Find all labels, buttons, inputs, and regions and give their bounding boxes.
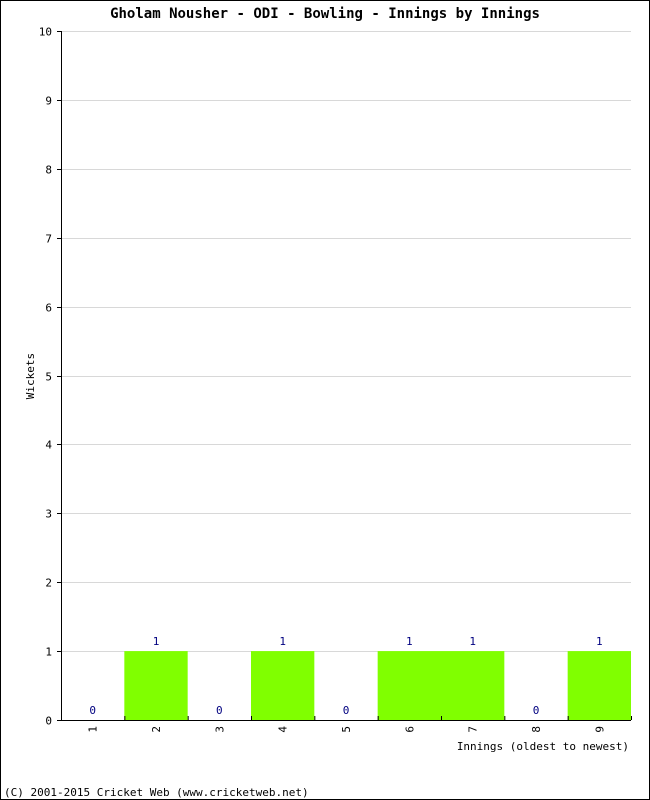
- data-label: 1: [596, 635, 603, 648]
- y-tick-label: 1: [45, 646, 52, 659]
- x-tick-label: 6: [403, 726, 416, 733]
- x-tick-label: 1: [87, 726, 100, 733]
- bars: [124, 651, 631, 720]
- bar-chart: Gholam Nousher - ODI - Bowling - Innings…: [4, 6, 632, 799]
- bar: [124, 651, 188, 720]
- y-tick-label: 6: [45, 302, 52, 315]
- y-axis: 0 1 2 3 4 5 6 7 8 9 10: [39, 26, 62, 728]
- y-tick-label: 9: [45, 95, 52, 108]
- x-tick-label: 9: [593, 726, 606, 733]
- data-label: 0: [343, 704, 350, 717]
- gridlines: [61, 31, 631, 652]
- bar: [441, 651, 505, 720]
- y-tick-label: 3: [45, 508, 52, 521]
- y-tick-label: 0: [45, 715, 52, 728]
- chart-title: Gholam Nousher - ODI - Bowling - Innings…: [110, 6, 540, 22]
- y-tick-label: 2: [45, 577, 52, 590]
- x-tick-label: 2: [150, 726, 163, 733]
- bar: [567, 651, 631, 720]
- data-label: 1: [406, 635, 413, 648]
- x-tick-label: 5: [340, 726, 353, 733]
- data-label: 1: [153, 635, 160, 648]
- x-tick-label: 7: [467, 726, 480, 733]
- bar: [377, 651, 441, 720]
- y-tick-label: 10: [39, 26, 52, 39]
- data-label: 0: [89, 704, 96, 717]
- y-tick-label: 7: [45, 233, 52, 246]
- x-axis-label: Innings (oldest to newest): [457, 740, 629, 753]
- data-label: 0: [533, 704, 540, 717]
- data-label: 0: [216, 704, 223, 717]
- copyright-footer: (C) 2001-2015 Cricket Web (www.cricketwe…: [4, 786, 309, 799]
- y-axis-label: Wickets: [24, 353, 37, 399]
- y-tick-label: 8: [45, 164, 52, 177]
- bar: [251, 651, 315, 720]
- y-tick-label: 5: [45, 371, 52, 384]
- x-tick-label: 8: [530, 726, 543, 733]
- data-label: 1: [279, 635, 286, 648]
- x-tick-label: 4: [277, 726, 290, 733]
- y-tick-label: 4: [45, 439, 52, 452]
- x-tick-label: 3: [213, 726, 226, 733]
- data-label: 1: [469, 635, 476, 648]
